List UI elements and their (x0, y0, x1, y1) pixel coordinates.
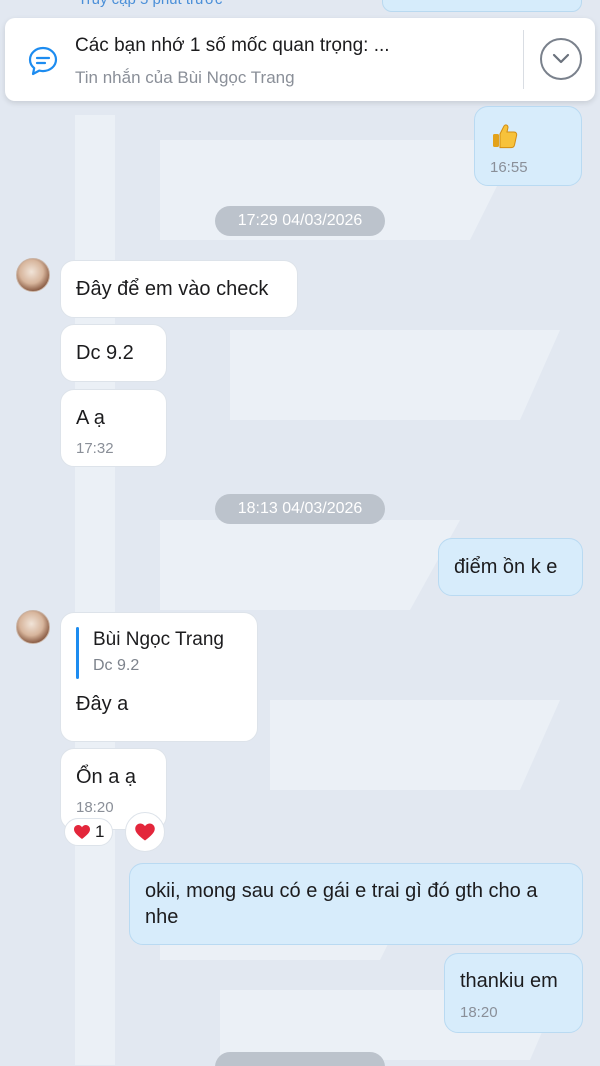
divider (523, 30, 524, 89)
expand-pinned-button[interactable] (540, 38, 582, 80)
reaction-count: 1 (95, 822, 105, 841)
message-bubble-outgoing[interactable]: thankiu em 18:20 (444, 953, 583, 1033)
message-text: Dc 9.2 (76, 342, 134, 364)
message-text: A ạ (76, 407, 105, 429)
quoted-sender-name: Bùi Ngọc Trang (93, 629, 224, 650)
message-bubble-outgoing[interactable]: điểm ồn k e (438, 538, 583, 596)
quote-bar (76, 627, 79, 679)
message-text-line: okii, mong sau có e gái e trai gì đó gth… (145, 880, 538, 902)
chat-bubble-icon (28, 46, 58, 76)
top-cutoff-area: Truy cập 5 phút trước (0, 0, 600, 12)
date-separator: 17:29 04/03/2026 (215, 206, 385, 236)
reaction-summary[interactable]: 1 (64, 818, 114, 846)
avatar[interactable] (16, 258, 50, 292)
message-text: Ổn a ạ (76, 766, 137, 788)
message-bubble-incoming[interactable]: Dc 9.2 (60, 324, 167, 382)
message-text: thankiu em (460, 970, 558, 992)
message-time: 18:20 (76, 799, 114, 816)
chevron-down-icon (552, 53, 570, 64)
heart-icon (135, 823, 155, 841)
chat-screen: Truy cập 5 phút trước Các bạn nhớ 1 số m… (0, 0, 600, 1066)
reply-message-bubble[interactable]: Bùi Ngọc Trang Dc 9.2 Đây a (60, 612, 258, 742)
message-bubble-outgoing[interactable]: 16:55 (474, 106, 582, 186)
message-bubble-outgoing[interactable]: okii, mong sau có e gái e trai gì đó gth… (129, 863, 583, 945)
pinned-message-title: Các bạn nhớ 1 số mốc quan trọng: ... (75, 35, 390, 56)
avatar[interactable] (16, 610, 50, 644)
message-time: 16:55 (490, 159, 528, 176)
date-separator: 18:13 04/03/2026 (215, 494, 385, 524)
message-text-line: nhe (145, 906, 179, 928)
thumbs-up-icon (493, 124, 518, 149)
heart-icon (74, 825, 90, 839)
message-time: 17:32 (76, 440, 114, 457)
react-button[interactable] (125, 812, 165, 852)
message-bubble-incoming[interactable]: Đây để em vào check (60, 260, 298, 318)
message-text: Đây a (76, 693, 129, 715)
pinned-message-banner[interactable]: Các bạn nhớ 1 số mốc quan trọng: ... Tin… (5, 18, 595, 101)
message-text: Đây để em vào check (76, 278, 269, 300)
quoted-message-text: Dc 9.2 (93, 657, 140, 674)
pinned-message-subtitle: Tin nhắn của Bùi Ngọc Trang (75, 68, 295, 87)
previous-message-bubble (382, 0, 582, 12)
last-seen-status: Truy cập 5 phút trước (78, 0, 222, 8)
date-separator-cutoff (215, 1052, 385, 1066)
message-text: điểm ồn k e (454, 556, 558, 578)
message-time: 18:20 (460, 1004, 498, 1021)
message-bubble-incoming[interactable]: A ạ 17:32 (60, 389, 167, 467)
